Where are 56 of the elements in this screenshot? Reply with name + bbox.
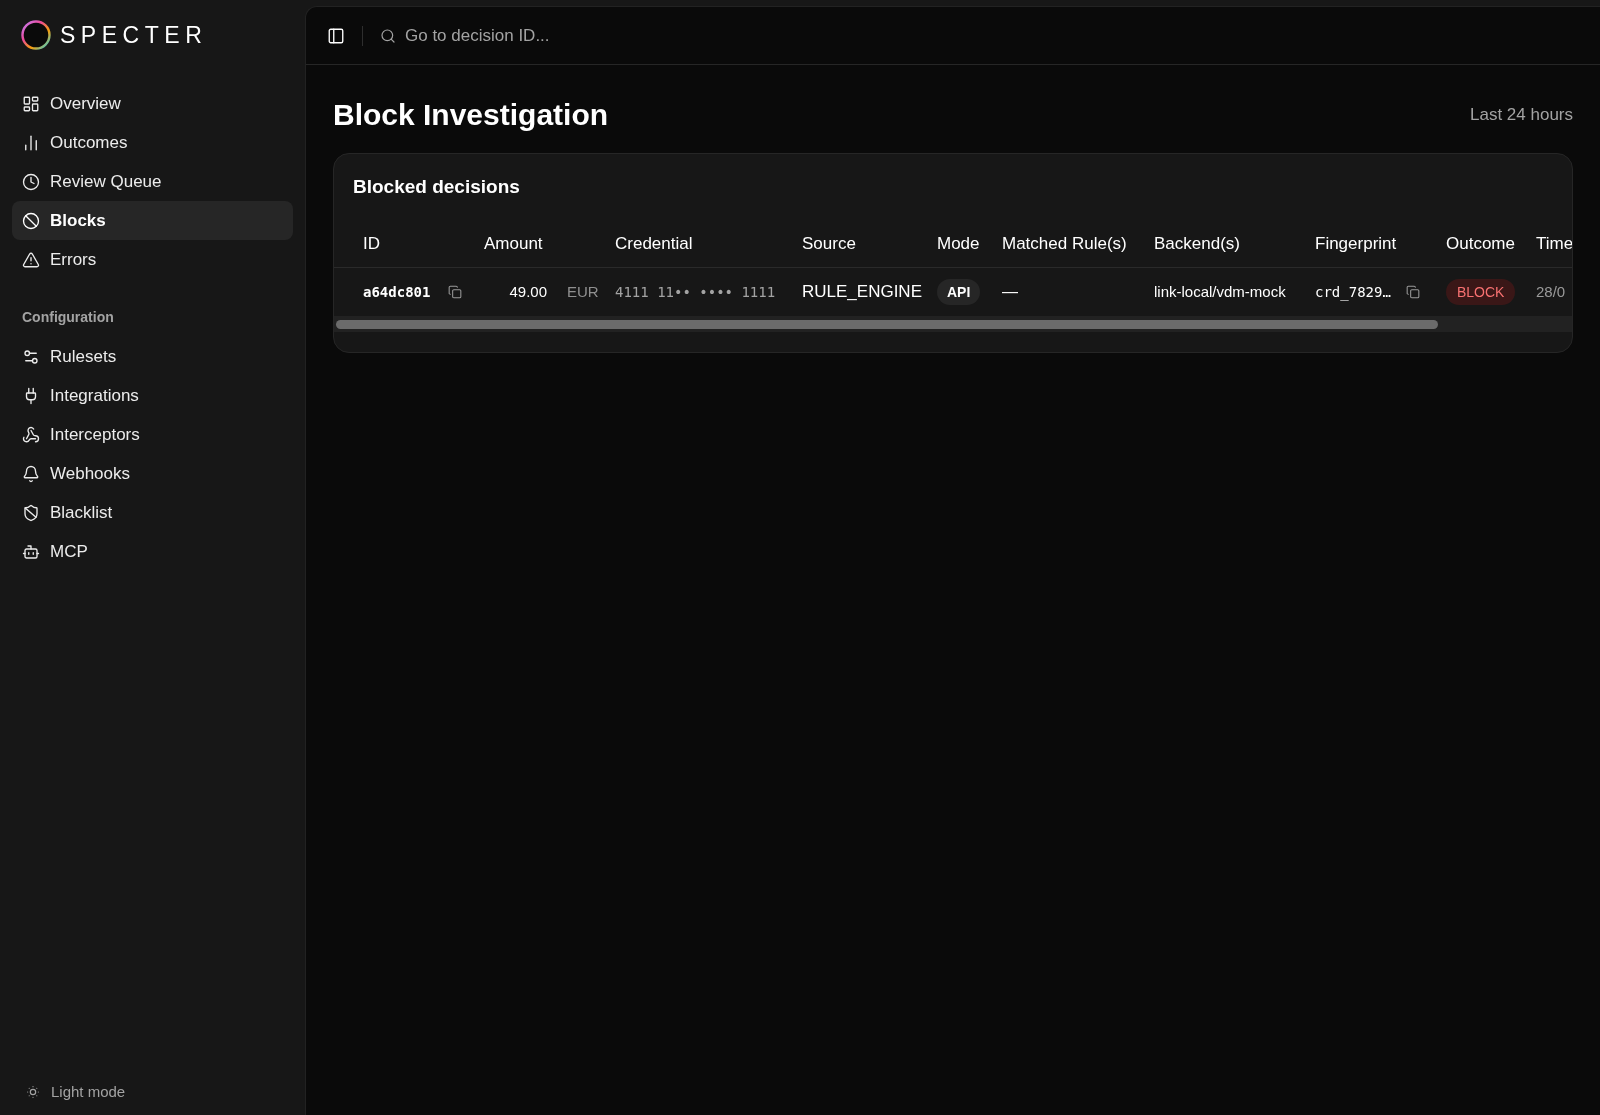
warning-icon: [22, 250, 40, 269]
sun-icon: [25, 1084, 41, 1100]
dashboard-icon: [22, 94, 40, 113]
clock-icon: [22, 172, 40, 191]
scrollbar-thumb[interactable]: [336, 319, 1438, 329]
copy-icon[interactable]: [448, 285, 463, 299]
nav-link[interactable]: Outcomes: [12, 123, 293, 162]
table-cell-text: RULE_ENGINE: [802, 281, 922, 304]
search-field[interactable]: Go to decision ID...: [405, 22, 705, 49]
column-header: Mode: [937, 232, 981, 255]
nav-link[interactable]: Integrations: [12, 376, 293, 415]
time-range: Last 24 hours: [1470, 104, 1573, 127]
ban-icon: [22, 211, 40, 230]
column-header: Fingerprint: [1315, 232, 1398, 255]
shield-icon: [22, 503, 40, 522]
mode-badge: API: [937, 279, 981, 305]
page-title: Block Investigation: [333, 97, 609, 133]
decision-id: a64dc801: [363, 282, 431, 302]
card-title: Blocked decisions: [353, 175, 521, 199]
nav-link[interactable]: Interceptors: [12, 415, 293, 454]
bell-icon: [22, 464, 40, 483]
table-cell-text: 4111 11•• •••• 1111: [615, 282, 776, 302]
copy-icon[interactable]: [1405, 285, 1420, 299]
fingerprint-id: crd_7829…: [1315, 282, 1391, 303]
section-label: Configuration: [21, 308, 115, 327]
search-icon: [380, 27, 396, 44]
currency-code: EUR: [567, 281, 599, 302]
table-cell-text: 28/0: [1536, 281, 1566, 302]
table-cell-text: link-local/vdm-mock: [1154, 281, 1286, 302]
column-header: Outcome: [1446, 232, 1516, 255]
webhook-icon: [22, 425, 40, 444]
column-header: ID: [363, 232, 381, 255]
bar-chart-icon: [22, 133, 40, 152]
theme-toggle[interactable]: Light mode: [0, 1074, 126, 1110]
amount-value: 49.00: [508, 281, 547, 302]
robot-icon: [22, 542, 40, 561]
column-header: Matched Rule(s): [1002, 232, 1128, 255]
logo-ring-icon: [21, 20, 51, 50]
nav-link[interactable]: Overview: [12, 84, 293, 123]
column-header: Time: [1536, 232, 1572, 255]
panel-left-icon[interactable]: [327, 26, 345, 45]
nav-link[interactable]: Webhooks: [12, 454, 293, 493]
nav-link[interactable]: MCP: [12, 532, 293, 571]
nav-link[interactable]: Review Queue: [12, 162, 293, 201]
column-header: Amount: [484, 232, 544, 255]
table-cell-text: —: [1002, 282, 1018, 302]
outcome-badge: BLOCK: [1446, 279, 1516, 305]
nav-link[interactable]: Blocks: [12, 201, 293, 240]
column-header: Backend(s): [1154, 232, 1241, 255]
brand-wordmark: SPECTER: [60, 23, 208, 47]
column-header: Source: [802, 232, 857, 255]
sliders-icon: [22, 347, 40, 366]
nav-link[interactable]: Rulesets: [12, 337, 293, 376]
nav-link[interactable]: Blacklist: [12, 493, 293, 532]
column-header: Credential: [615, 232, 694, 255]
nav-link[interactable]: Errors: [12, 240, 293, 279]
